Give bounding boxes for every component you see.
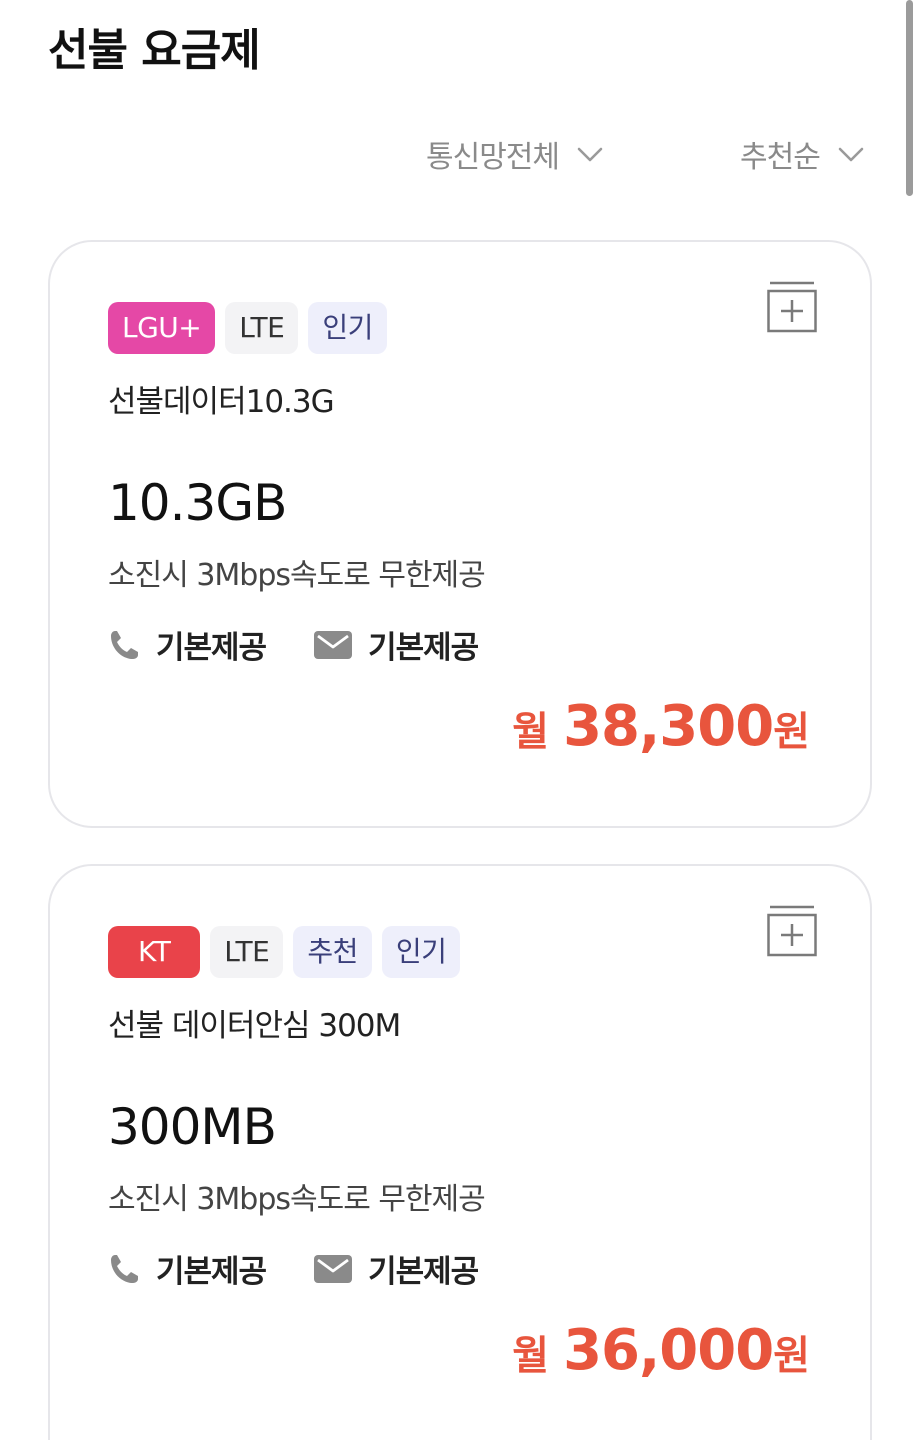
- sms-feature: 기본제공: [314, 622, 479, 667]
- network-filter-dropdown[interactable]: 통신망전체: [426, 132, 605, 176]
- add-compare-icon[interactable]: [766, 904, 818, 958]
- tag-badge: 인기: [308, 302, 387, 354]
- call-feature: 기본제공: [108, 622, 267, 667]
- network-type-badge: LTE: [225, 302, 299, 354]
- price-unit: 원: [773, 1333, 810, 1379]
- tag-badge: 인기: [381, 926, 461, 978]
- network-filter-label: 통신망전체: [426, 140, 560, 175]
- plan-card[interactable]: LGU+ LTE 인기 선불데이터10.3G 10.3GB 소진시 3Mbps속…: [48, 240, 872, 828]
- sms-feature-label: 기본제공: [368, 1254, 479, 1290]
- phone-icon: [111, 630, 138, 659]
- sms-feature: 기본제공: [314, 1246, 479, 1291]
- badge-group: KT LTE 추천 인기: [108, 926, 461, 978]
- sort-label: 추천순: [740, 140, 821, 175]
- plan-list-page: 선불 요금제 통신망전체 추천순 LGU+ LTE 인기 선불데이터10.3G …: [0, 0, 921, 1440]
- data-description: 소진시 3Mbps속도로 무한제공: [108, 1182, 486, 1217]
- data-description: 소진시 3Mbps속도로 무한제공: [108, 558, 486, 593]
- badge-group: LGU+ LTE 인기: [108, 302, 387, 354]
- price-prefix: 월: [512, 709, 550, 755]
- data-amount: 300MB: [108, 1098, 277, 1156]
- price-prefix: 월: [512, 1333, 550, 1379]
- carrier-badge: LGU+: [108, 302, 216, 354]
- mail-icon: [314, 630, 353, 659]
- price-amount: 38,300: [563, 694, 774, 759]
- sms-feature-label: 기본제공: [368, 630, 479, 666]
- phone-icon: [111, 1254, 138, 1283]
- chevron-down-icon: [577, 147, 603, 162]
- sort-dropdown[interactable]: 추천순: [740, 132, 866, 176]
- scrollbar[interactable]: [906, 0, 913, 196]
- page-title: 선불 요금제: [48, 25, 261, 76]
- plan-card[interactable]: KT LTE 추천 인기 선불 데이터안심 300M 300MB 소진시 3Mb…: [48, 864, 872, 1440]
- data-amount: 10.3GB: [108, 474, 287, 532]
- call-feature-label: 기본제공: [156, 1254, 267, 1290]
- carrier-badge: KT: [108, 926, 201, 978]
- call-feature: 기본제공: [108, 1246, 267, 1291]
- feature-row: 기본제공 기본제공: [108, 622, 479, 667]
- feature-row: 기본제공 기본제공: [108, 1246, 479, 1291]
- network-type-badge: LTE: [210, 926, 284, 978]
- plan-name: 선불데이터10.3G: [108, 384, 335, 420]
- plan-name: 선불 데이터안심 300M: [108, 1008, 401, 1044]
- tag-badge: 추천: [293, 926, 372, 978]
- mail-icon: [314, 1254, 353, 1283]
- call-feature-label: 기본제공: [156, 630, 267, 666]
- price-unit: 원: [773, 709, 810, 755]
- price: 월 38,300 원: [512, 694, 810, 759]
- price-amount: 36,000: [563, 1318, 774, 1383]
- chevron-down-icon: [838, 147, 864, 162]
- add-compare-icon[interactable]: [766, 280, 818, 334]
- price: 월 36,000 원: [512, 1318, 810, 1383]
